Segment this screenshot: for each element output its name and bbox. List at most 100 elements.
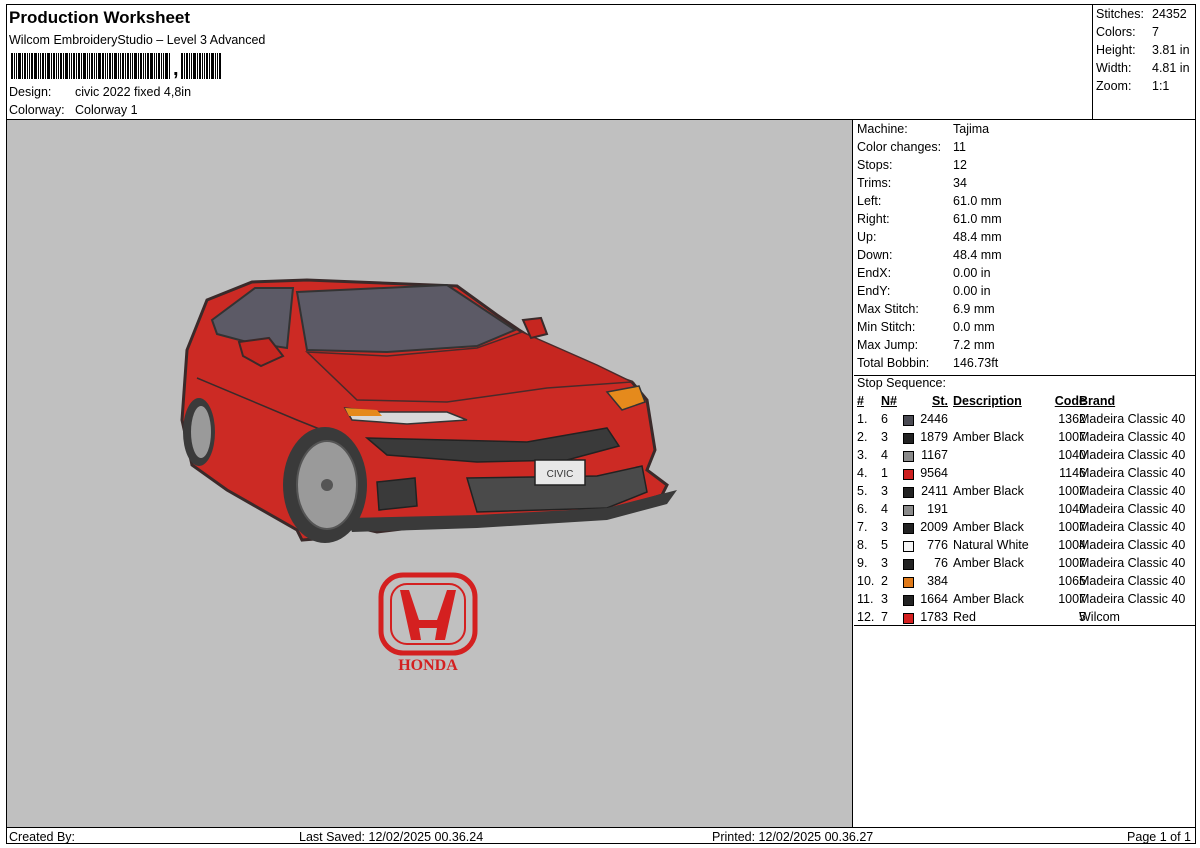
needle-number: 3 bbox=[881, 520, 888, 534]
machine-info-label: Max Stitch: bbox=[857, 302, 919, 316]
barcode-bar bbox=[127, 53, 129, 79]
stitch-count: 2411 bbox=[921, 484, 948, 498]
stop-sequence-row: 4. 1 9564 1146 Madeira Classic 40 bbox=[854, 466, 1195, 484]
stop-sequence-row: 10. 2 384 1065 Madeira Classic 40 bbox=[854, 574, 1195, 592]
needle-number: 4 bbox=[881, 502, 888, 516]
barcode-bar bbox=[51, 53, 52, 79]
machine-info-row: Up: 48.4 mm bbox=[857, 230, 1002, 244]
colorway-label: Colorway: bbox=[9, 103, 65, 117]
stop-sequence-row: 7. 3 2009 Amber Black 1007 Madeira Classic 40 bbox=[854, 520, 1195, 538]
barcode-bar bbox=[183, 53, 185, 79]
barcode-bar bbox=[122, 53, 124, 79]
barcode-bar bbox=[24, 53, 26, 79]
stop-number: 1. bbox=[857, 412, 868, 426]
barcode-bar bbox=[205, 53, 208, 79]
thread-color-swatch bbox=[903, 541, 914, 552]
machine-info-value: 11 bbox=[953, 140, 966, 154]
barcode-bar bbox=[11, 53, 13, 79]
honda-logo-text: HONDA bbox=[398, 657, 458, 674]
stop-number: 12. bbox=[857, 610, 875, 624]
design-name: civic 2022 fixed 4,8in bbox=[75, 85, 192, 99]
thread-description: Amber Black bbox=[953, 430, 1024, 444]
thread-color-swatch bbox=[903, 505, 914, 516]
barcode-bar bbox=[60, 53, 62, 79]
barcode-bar bbox=[120, 53, 121, 79]
stat-row: Zoom: 1:1 bbox=[1096, 79, 1170, 93]
barcode-bar bbox=[27, 53, 28, 79]
stop-number: 4. bbox=[857, 466, 868, 480]
needle-number: 6 bbox=[881, 412, 888, 426]
stitch-count: 76 bbox=[934, 556, 948, 570]
machine-info-row: EndY: 0.00 in bbox=[857, 284, 991, 298]
thread-color-swatch bbox=[903, 595, 914, 606]
thread-brand: Madeira Classic 40 bbox=[1079, 412, 1186, 426]
stop-sequence-row: 6. 4 191 1040 Madeira Classic 40 bbox=[854, 502, 1195, 520]
machine-info-value: 34 bbox=[953, 176, 967, 190]
machine-info-value: 48.4 mm bbox=[953, 230, 1002, 244]
barcode-bar bbox=[42, 53, 44, 79]
barcode-bar bbox=[150, 53, 153, 79]
stitch-count: 2009 bbox=[920, 520, 948, 534]
barcode-bar bbox=[147, 53, 149, 79]
machine-info-label: Color changes: bbox=[857, 140, 942, 154]
barcode-bar bbox=[22, 53, 23, 79]
barcode-bar bbox=[112, 53, 113, 79]
barcode-bar bbox=[156, 53, 157, 79]
stitch-count: 1783 bbox=[920, 610, 948, 624]
barcode-bar bbox=[214, 53, 216, 79]
barcode-bar bbox=[89, 53, 90, 79]
thread-brand: Madeira Classic 40 bbox=[1079, 466, 1186, 480]
stitch-count: 1167 bbox=[921, 448, 948, 462]
stitch-count: 191 bbox=[927, 502, 948, 516]
stop-number: 6. bbox=[857, 502, 868, 516]
needle-number: 4 bbox=[881, 448, 888, 462]
barcode-bar bbox=[45, 53, 46, 79]
thread-brand: Madeira Classic 40 bbox=[1079, 574, 1186, 588]
stitch-count: 384 bbox=[927, 574, 948, 588]
thread-color-swatch bbox=[903, 451, 914, 462]
machine-info-row: Max Stitch: 6.9 mm bbox=[857, 302, 995, 316]
barcode-bar bbox=[78, 53, 80, 79]
machine-info-panel: Machine: Tajima Color changes: 11 Stops: 12 Tr… bbox=[854, 120, 1195, 827]
barcode-bar bbox=[31, 53, 33, 79]
barcode-bar bbox=[161, 53, 162, 79]
stop-sequence-row: 11. 3 1664 Amber Black 1007 Madeira Classic 4… bbox=[854, 592, 1195, 610]
barcode-bar bbox=[38, 53, 39, 79]
machine-info-value: 61.0 mm bbox=[953, 212, 1002, 226]
last-saved: Last Saved: 12/02/2025 00.36.24 bbox=[299, 830, 484, 844]
barcode-bar bbox=[94, 53, 95, 79]
honda-logo-frame bbox=[378, 572, 478, 656]
barcode-bar bbox=[96, 53, 97, 79]
car-embroidery: CIVIC bbox=[180, 278, 677, 543]
needle-number: 3 bbox=[881, 484, 888, 498]
barcode-bar bbox=[105, 53, 106, 79]
barcode-bar bbox=[180, 53, 183, 79]
machine-info-row: Trims: 34 bbox=[857, 176, 967, 190]
stop-number: 5. bbox=[857, 484, 868, 498]
barcode-bar bbox=[16, 53, 17, 79]
barcode-bar bbox=[76, 53, 77, 79]
barcode-bar bbox=[198, 53, 201, 79]
machine-info-label: EndY: bbox=[857, 284, 891, 298]
design-preview: CIVIC HONDA bbox=[7, 120, 853, 827]
barcode-bar bbox=[65, 53, 68, 79]
honda-logo: HONDA bbox=[378, 572, 478, 674]
needle-number: 1 bbox=[881, 466, 888, 480]
stop-sequence-title: Stop Sequence: bbox=[857, 376, 946, 390]
barcode-bar bbox=[83, 53, 86, 79]
thread-description: Amber Black bbox=[953, 592, 1024, 606]
barcode-bar bbox=[165, 53, 168, 79]
barcode-bar bbox=[91, 53, 93, 79]
machine-info-label: Machine: bbox=[857, 122, 908, 136]
thread-color-swatch bbox=[903, 559, 914, 570]
barcode-bar bbox=[188, 53, 190, 79]
machine-info-label: Left: bbox=[857, 194, 882, 208]
honda-h-mark bbox=[400, 590, 456, 640]
needle-number: 3 bbox=[881, 556, 888, 570]
machine-info-row: Stops: 12 bbox=[857, 158, 967, 172]
machine-info-value: 61.0 mm bbox=[953, 194, 1002, 208]
thread-description: Natural White bbox=[953, 538, 1029, 552]
printed-date: Printed: 12/02/2025 00.36.27 bbox=[712, 830, 874, 844]
thread-color-swatch bbox=[903, 415, 914, 426]
barcode-bar bbox=[63, 53, 64, 79]
